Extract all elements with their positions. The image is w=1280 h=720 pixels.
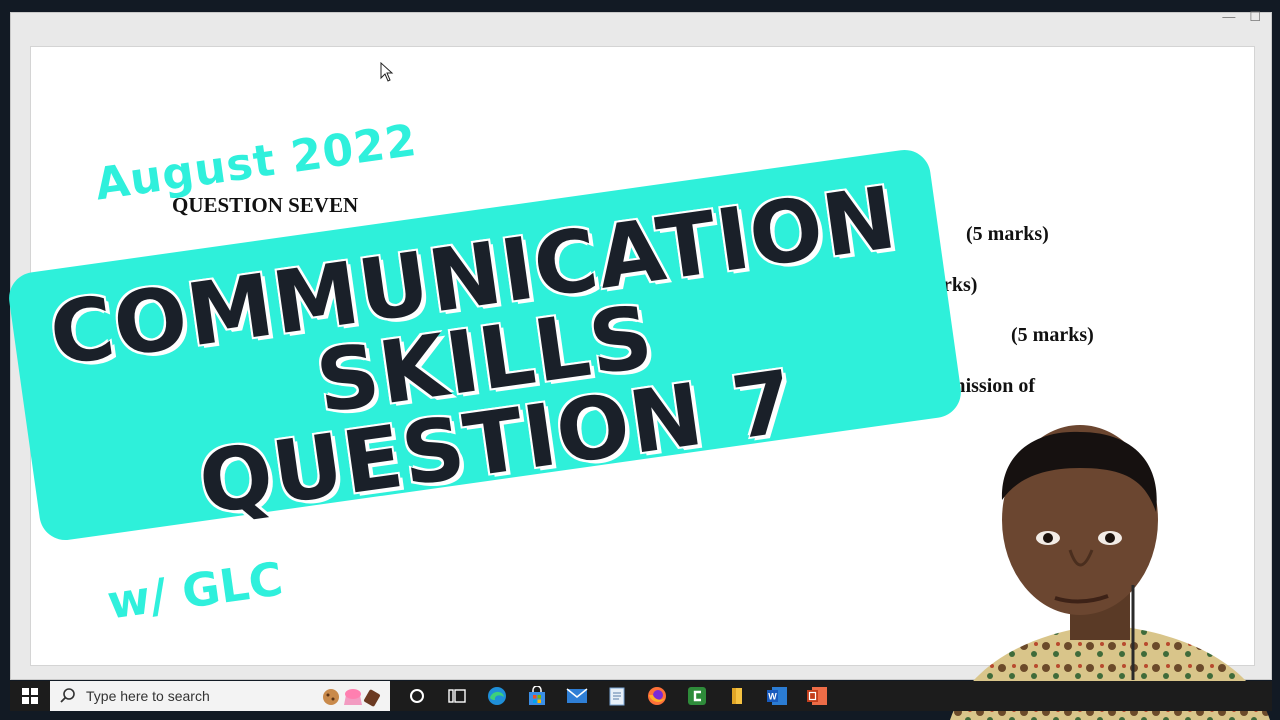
search-icon <box>60 688 75 703</box>
taskbar: Type here to search W <box>10 681 1272 711</box>
notepad-icon[interactable] <box>604 685 630 707</box>
edge-icon[interactable] <box>484 685 510 707</box>
taskbar-search-box[interactable]: Type here to search <box>50 681 390 711</box>
store-icon[interactable] <box>524 685 550 707</box>
search-highlight-icon <box>322 685 382 707</box>
task-switcher-icon[interactable] <box>444 685 470 707</box>
search-placeholder: Type here to search <box>86 688 210 704</box>
windows-start-icon[interactable] <box>10 681 50 711</box>
marks-label-1: (5 marks) <box>966 223 1049 245</box>
mouse-cursor-icon <box>380 62 394 82</box>
maximize-icon[interactable]: ☐ <box>1249 9 1261 25</box>
file-explorer-icon[interactable] <box>724 685 750 707</box>
firefox-icon[interactable] <box>644 685 670 707</box>
minimize-icon[interactable]: — <box>1222 9 1235 25</box>
marks-label-3: (5 marks) <box>1011 324 1094 346</box>
camtasia-icon[interactable] <box>684 685 710 707</box>
powerpoint-icon[interactable] <box>804 685 830 707</box>
svg-text:W: W <box>768 692 777 702</box>
presenter-photo <box>950 425 1270 720</box>
window-controls: — ☐ <box>1222 9 1261 25</box>
word-icon[interactable]: W <box>764 685 790 707</box>
mail-icon[interactable] <box>564 685 590 707</box>
task-view-icon[interactable] <box>404 685 430 707</box>
